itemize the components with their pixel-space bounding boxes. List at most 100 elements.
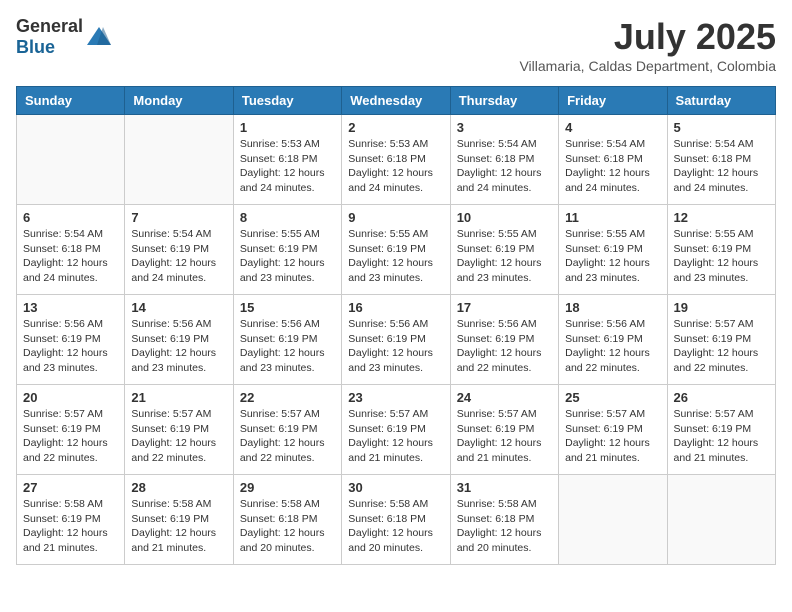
calendar-cell: 30Sunrise: 5:58 AMSunset: 6:18 PMDayligh…	[342, 475, 450, 565]
cell-detail: Sunrise: 5:57 AMSunset: 6:19 PMDaylight:…	[240, 407, 335, 466]
day-number: 1	[240, 120, 335, 135]
day-number: 18	[565, 300, 660, 315]
day-number: 7	[131, 210, 226, 225]
cell-detail: Sunrise: 5:57 AMSunset: 6:19 PMDaylight:…	[565, 407, 660, 466]
calendar-cell: 5Sunrise: 5:54 AMSunset: 6:18 PMDaylight…	[667, 115, 775, 205]
calendar-cell: 6Sunrise: 5:54 AMSunset: 6:18 PMDaylight…	[17, 205, 125, 295]
calendar-cell: 29Sunrise: 5:58 AMSunset: 6:18 PMDayligh…	[233, 475, 341, 565]
day-number: 24	[457, 390, 552, 405]
day-number: 30	[348, 480, 443, 495]
calendar-cell: 9 Sunrise: 5:55 AMSunset: 6:19 PMDaylight…	[342, 205, 450, 295]
cell-detail: Sunrise: 5:57 AMSunset: 6:19 PMDaylight:…	[131, 407, 226, 466]
calendar-cell	[559, 475, 667, 565]
calendar-header-row: SundayMondayTuesdayWednesdayThursdayFrid…	[17, 87, 776, 115]
calendar-cell: 25 Sunrise: 5:57 AMSunset: 6:19 PMDayligh…	[559, 385, 667, 475]
calendar-week-row: 20 Sunrise: 5:57 AMSunset: 6:19 PMDayligh…	[17, 385, 776, 475]
day-number: 12	[674, 210, 769, 225]
day-number: 15	[240, 300, 335, 315]
calendar-week-row: 13Sunrise: 5:56 AMSunset: 6:19 PMDayligh…	[17, 295, 776, 385]
day-number: 19	[674, 300, 769, 315]
calendar-cell: 19 Sunrise: 5:57 AMSunset: 6:19 PMDayligh…	[667, 295, 775, 385]
calendar-cell: 11 Sunrise: 5:55 AMSunset: 6:19 PMDayligh…	[559, 205, 667, 295]
day-header-sunday: Sunday	[17, 87, 125, 115]
location-subtitle: Villamaria, Caldas Department, Colombia	[519, 58, 776, 74]
day-number: 3	[457, 120, 552, 135]
day-number: 11	[565, 210, 660, 225]
logo-blue: Blue	[16, 37, 55, 57]
day-header-friday: Friday	[559, 87, 667, 115]
logo-general: General	[16, 16, 83, 36]
calendar-cell	[667, 475, 775, 565]
day-number: 25	[565, 390, 660, 405]
day-number: 27	[23, 480, 118, 495]
calendar-cell	[17, 115, 125, 205]
cell-detail: Sunrise: 5:57 AMSunset: 6:19 PMDaylight:…	[674, 407, 769, 466]
cell-detail: Sunrise: 5:54 AMSunset: 6:18 PMDaylight:…	[565, 137, 660, 196]
calendar-cell: 21 Sunrise: 5:57 AMSunset: 6:19 PMDayligh…	[125, 385, 233, 475]
cell-detail: Sunrise: 5:57 AMSunset: 6:19 PMDaylight:…	[457, 407, 552, 466]
cell-detail: Sunrise: 5:57 AMSunset: 6:19 PMDaylight:…	[348, 407, 443, 466]
cell-detail: Sunrise: 5:56 AMSunset: 6:19 PMDaylight:…	[240, 317, 335, 376]
day-number: 14	[131, 300, 226, 315]
day-number: 31	[457, 480, 552, 495]
calendar-cell: 17Sunrise: 5:56 AMSunset: 6:19 PMDayligh…	[450, 295, 558, 385]
cell-detail: Sunrise: 5:57 AMSunset: 6:19 PMDaylight:…	[23, 407, 118, 466]
cell-detail: Sunrise: 5:56 AMSunset: 6:19 PMDaylight:…	[131, 317, 226, 376]
cell-detail: Sunrise: 5:56 AMSunset: 6:19 PMDaylight:…	[23, 317, 118, 376]
cell-detail: Sunrise: 5:54 AMSunset: 6:18 PMDaylight:…	[23, 227, 118, 286]
day-number: 22	[240, 390, 335, 405]
day-number: 16	[348, 300, 443, 315]
cell-detail: Sunrise: 5:58 AMSunset: 6:19 PMDaylight:…	[23, 497, 118, 556]
day-number: 20	[23, 390, 118, 405]
calendar-week-row: 1Sunrise: 5:53 AMSunset: 6:18 PMDaylight…	[17, 115, 776, 205]
calendar-cell: 14 Sunrise: 5:56 AMSunset: 6:19 PMDayligh…	[125, 295, 233, 385]
cell-detail: Sunrise: 5:55 AMSunset: 6:19 PMDaylight:…	[565, 227, 660, 286]
calendar-cell: 1Sunrise: 5:53 AMSunset: 6:18 PMDaylight…	[233, 115, 341, 205]
calendar-cell: 31 Sunrise: 5:58 AMSunset: 6:18 PMDayligh…	[450, 475, 558, 565]
calendar-cell: 7Sunrise: 5:54 AMSunset: 6:19 PMDaylight…	[125, 205, 233, 295]
logo: General Blue	[16, 16, 113, 58]
calendar-cell: 16 Sunrise: 5:56 AMSunset: 6:19 PMDayligh…	[342, 295, 450, 385]
cell-detail: Sunrise: 5:54 AMSunset: 6:18 PMDaylight:…	[674, 137, 769, 196]
calendar-cell	[125, 115, 233, 205]
calendar-week-row: 27 Sunrise: 5:58 AMSunset: 6:19 PMDayligh…	[17, 475, 776, 565]
cell-detail: Sunrise: 5:58 AMSunset: 6:18 PMDaylight:…	[457, 497, 552, 556]
day-number: 8	[240, 210, 335, 225]
day-number: 21	[131, 390, 226, 405]
calendar-cell: 28 Sunrise: 5:58 AMSunset: 6:19 PMDayligh…	[125, 475, 233, 565]
calendar-cell: 24 Sunrise: 5:57 AMSunset: 6:19 PMDayligh…	[450, 385, 558, 475]
calendar-cell: 13Sunrise: 5:56 AMSunset: 6:19 PMDayligh…	[17, 295, 125, 385]
cell-detail: Sunrise: 5:56 AMSunset: 6:19 PMDaylight:…	[348, 317, 443, 376]
calendar-cell: 18Sunrise: 5:56 AMSunset: 6:19 PMDayligh…	[559, 295, 667, 385]
day-number: 17	[457, 300, 552, 315]
month-year-title: July 2025	[519, 16, 776, 58]
calendar-cell: 12 Sunrise: 5:55 AMSunset: 6:19 PMDayligh…	[667, 205, 775, 295]
calendar-cell: 15 Sunrise: 5:56 AMSunset: 6:19 PMDayligh…	[233, 295, 341, 385]
calendar-cell: 27 Sunrise: 5:58 AMSunset: 6:19 PMDayligh…	[17, 475, 125, 565]
calendar-cell: 20 Sunrise: 5:57 AMSunset: 6:19 PMDayligh…	[17, 385, 125, 475]
day-number: 28	[131, 480, 226, 495]
calendar-cell: 26Sunrise: 5:57 AMSunset: 6:19 PMDayligh…	[667, 385, 775, 475]
cell-detail: Sunrise: 5:58 AMSunset: 6:18 PMDaylight:…	[240, 497, 335, 556]
title-block: July 2025 Villamaria, Caldas Department,…	[519, 16, 776, 74]
day-header-thursday: Thursday	[450, 87, 558, 115]
day-header-wednesday: Wednesday	[342, 87, 450, 115]
cell-detail: Sunrise: 5:55 AMSunset: 6:19 PMDaylight:…	[674, 227, 769, 286]
cell-detail: Sunrise: 5:57 AMSunset: 6:19 PMDaylight:…	[674, 317, 769, 376]
calendar-cell: 10Sunrise: 5:55 AMSunset: 6:19 PMDayligh…	[450, 205, 558, 295]
day-header-saturday: Saturday	[667, 87, 775, 115]
day-number: 23	[348, 390, 443, 405]
day-number: 4	[565, 120, 660, 135]
day-header-monday: Monday	[125, 87, 233, 115]
calendar-cell: 8 Sunrise: 5:55 AMSunset: 6:19 PMDaylight…	[233, 205, 341, 295]
calendar-week-row: 6Sunrise: 5:54 AMSunset: 6:18 PMDaylight…	[17, 205, 776, 295]
calendar-cell: 23 Sunrise: 5:57 AMSunset: 6:19 PMDayligh…	[342, 385, 450, 475]
calendar-cell: 2Sunrise: 5:53 AMSunset: 6:18 PMDaylight…	[342, 115, 450, 205]
cell-detail: Sunrise: 5:55 AMSunset: 6:19 PMDaylight:…	[240, 227, 335, 286]
cell-detail: Sunrise: 5:58 AMSunset: 6:19 PMDaylight:…	[131, 497, 226, 556]
day-header-tuesday: Tuesday	[233, 87, 341, 115]
day-number: 2	[348, 120, 443, 135]
cell-detail: Sunrise: 5:55 AMSunset: 6:19 PMDaylight:…	[348, 227, 443, 286]
calendar-cell: 22 Sunrise: 5:57 AMSunset: 6:19 PMDayligh…	[233, 385, 341, 475]
day-number: 9	[348, 210, 443, 225]
